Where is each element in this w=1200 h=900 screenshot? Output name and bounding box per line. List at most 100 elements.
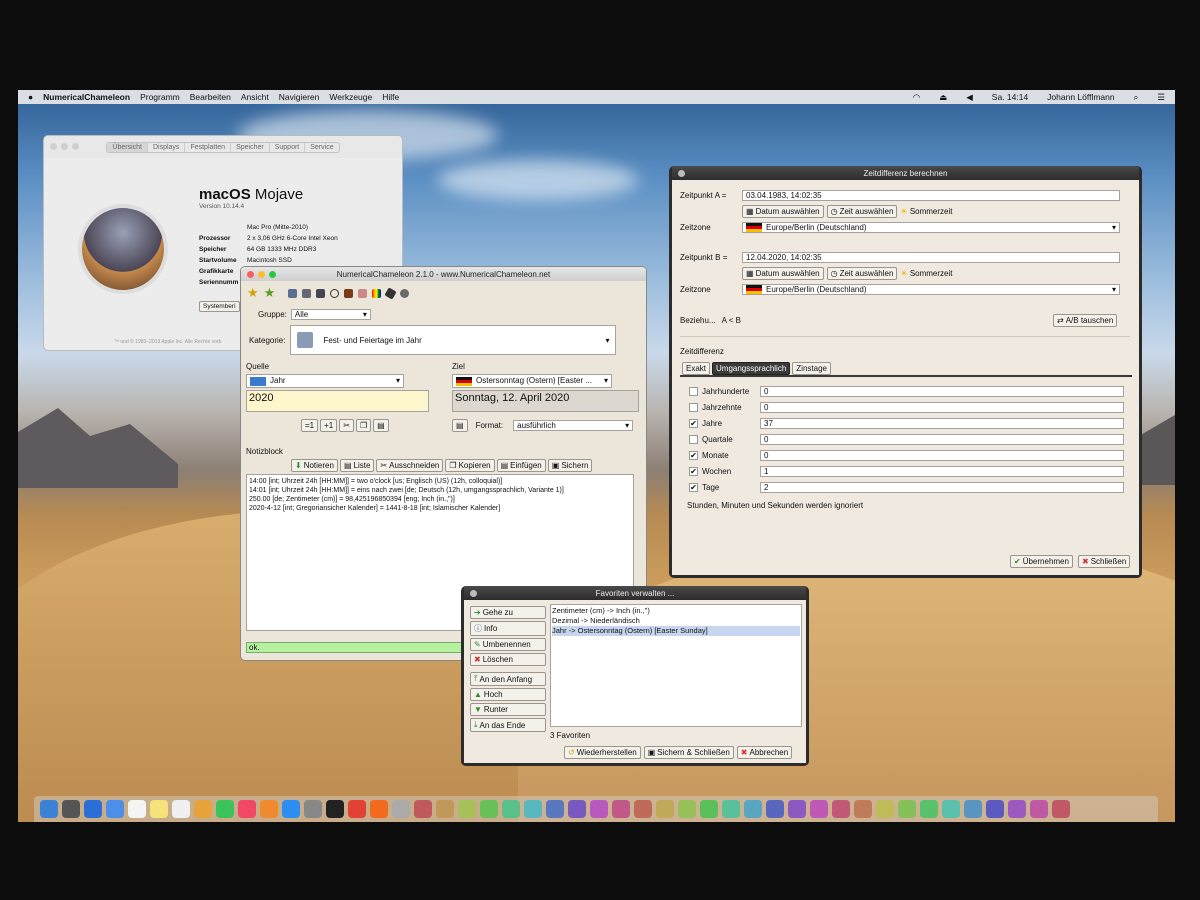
- paste-icon[interactable]: ▤: [373, 419, 389, 432]
- wiederherstellen-button[interactable]: ↺ Wiederherstellen: [564, 746, 641, 759]
- app-icon[interactable]: [744, 800, 762, 818]
- gruppe-select[interactable]: Alle ▾: [290, 309, 371, 320]
- app-icon[interactable]: [524, 800, 542, 818]
- format-select[interactable]: ausführlich ▾: [513, 420, 634, 431]
- sichern-button[interactable]: ▣ Sichern: [547, 459, 593, 472]
- reminders-icon[interactable]: [172, 800, 190, 818]
- menu-user[interactable]: Johann Löfflmann: [1047, 92, 1114, 102]
- quelle-unit-select[interactable]: Jahr ▾: [246, 374, 404, 388]
- quelle-input[interactable]: 2020: [246, 390, 429, 412]
- datum-auswaehlen-b-button[interactable]: ▦ Datum auswählen: [742, 267, 824, 280]
- search-icon[interactable]: ⌕: [1134, 92, 1139, 103]
- fav-an-den-anfang-button[interactable]: ⤒ An den Anfang: [470, 672, 546, 686]
- brush-icon[interactable]: [384, 286, 397, 300]
- star-icon[interactable]: ★: [247, 285, 259, 301]
- tab-festplatten[interactable]: Festplatten: [184, 142, 230, 152]
- zoom-icon[interactable]: [269, 271, 276, 278]
- favorites-list[interactable]: Zentimeter (cm) -> Inch (in.,") Dezimal -…: [550, 604, 802, 727]
- menu-programm[interactable]: Programm: [140, 92, 180, 102]
- app-icon[interactable]: [788, 800, 806, 818]
- tab-exakt[interactable]: Exakt: [682, 362, 711, 375]
- fav-gehe-zu-button[interactable]: ➔ Gehe zu: [470, 606, 546, 619]
- launchpad-icon[interactable]: [62, 800, 80, 818]
- photos-icon[interactable]: [194, 800, 212, 818]
- zoom-icon[interactable]: [72, 143, 79, 150]
- menu-clock[interactable]: Sa. 14:14: [992, 92, 1028, 102]
- menu-werkzeuge[interactable]: Werkzeuge: [329, 92, 372, 102]
- app-icon[interactable]: [612, 800, 630, 818]
- abbrechen-button[interactable]: ✖ Abbrechen: [736, 746, 793, 759]
- volume-icon[interactable]: ◀: [966, 92, 973, 103]
- cut-icon[interactable]: ✂: [339, 419, 354, 432]
- unit-checkbox[interactable]: [689, 402, 698, 412]
- fav-runter-button[interactable]: ▼ Runter: [470, 703, 546, 716]
- tab-umgangssprachlich[interactable]: Umgangssprachlich: [712, 362, 791, 375]
- menu-ansicht[interactable]: Ansicht: [241, 92, 269, 102]
- tab-service[interactable]: Service: [304, 142, 338, 152]
- terminal-icon[interactable]: [326, 800, 344, 818]
- uebernehmen-button[interactable]: ✔ Übernehmen: [1010, 555, 1073, 568]
- notieren-button[interactable]: ⬇ Notieren: [291, 459, 338, 472]
- app-icon[interactable]: [656, 800, 674, 818]
- app-icon[interactable]: [810, 800, 828, 818]
- app-icon[interactable]: [458, 800, 476, 818]
- unit-checkbox[interactable]: ✔: [689, 466, 698, 476]
- app-icon[interactable]: [942, 800, 960, 818]
- app-icon[interactable]: [568, 800, 586, 818]
- star-add-icon[interactable]: ★: [264, 285, 276, 301]
- minimize-icon[interactable]: [258, 271, 265, 278]
- app-icon[interactable]: [480, 800, 498, 818]
- app-icon[interactable]: [722, 800, 740, 818]
- app-icon[interactable]: [832, 800, 850, 818]
- wifi-icon[interactable]: ◠: [913, 92, 920, 103]
- calendar-icon[interactable]: [316, 288, 326, 298]
- zeitpunkt-b-input[interactable]: 12.04.2020, 14:02:35: [742, 252, 1120, 263]
- set-one-button[interactable]: =1: [301, 419, 319, 432]
- tab-zinstage[interactable]: Zinstage: [792, 362, 831, 375]
- sichern-schliessen-button[interactable]: ▣ Sichern & Schließen: [643, 746, 734, 759]
- zeit-auswaehlen-a-button[interactable]: ◷ Zeit auswählen: [826, 205, 898, 218]
- menu-app-name[interactable]: NumericalChameleon: [43, 92, 130, 102]
- app-icon[interactable]: [502, 800, 520, 818]
- zeitzone-b-select[interactable]: Europe/Berlin (Deutschland) ▾: [742, 284, 1120, 295]
- app-icon[interactable]: [920, 800, 938, 818]
- close-icon[interactable]: [470, 590, 477, 597]
- tab-uebersicht[interactable]: Übersicht: [107, 142, 147, 152]
- increment-button[interactable]: +1: [320, 419, 338, 432]
- apple-icon[interactable]: ●: [28, 92, 33, 102]
- einfuegen-button[interactable]: ▤ Einfügen: [496, 459, 546, 472]
- menu-bearbeiten[interactable]: Bearbeiten: [190, 92, 231, 102]
- gear-icon[interactable]: [400, 288, 410, 298]
- app-icon[interactable]: [986, 800, 1004, 818]
- app-icon[interactable]: [1008, 800, 1026, 818]
- app-icon[interactable]: [414, 800, 432, 818]
- menu-navigieren[interactable]: Navigieren: [279, 92, 320, 102]
- unit-checkbox[interactable]: ✔: [689, 482, 698, 492]
- fav-info-button[interactable]: ⓘ Info: [470, 621, 546, 636]
- tab-support[interactable]: Support: [268, 142, 305, 152]
- app-icon[interactable]: [876, 800, 894, 818]
- app-icon[interactable]: [854, 800, 872, 818]
- close-icon[interactable]: [50, 143, 57, 150]
- menu-list-icon[interactable]: ☰: [1157, 92, 1165, 103]
- calculator-icon[interactable]: [358, 288, 368, 298]
- ziel-unit-select[interactable]: Ostersonntag (Ostern) [Easter ... ▾: [452, 374, 612, 388]
- app-icon[interactable]: [964, 800, 982, 818]
- favorite-item[interactable]: Zentimeter (cm) -> Inch (in.,"): [552, 606, 800, 616]
- ab-tauschen-button[interactable]: ⇄ A/B tauschen: [1053, 314, 1118, 327]
- close-icon[interactable]: [678, 170, 685, 177]
- notes-icon[interactable]: [150, 800, 168, 818]
- app-store-icon[interactable]: [282, 800, 300, 818]
- kopieren-button[interactable]: ❐ Kopieren: [445, 459, 495, 472]
- minimize-icon[interactable]: [61, 143, 68, 150]
- zeitzone-a-select[interactable]: Europe/Berlin (Deutschland) ▾: [742, 222, 1120, 233]
- liste-button[interactable]: ▤ Liste: [339, 459, 375, 472]
- app-icon[interactable]: [634, 800, 652, 818]
- tab-speicher[interactable]: Speicher: [230, 142, 269, 152]
- tab-displays[interactable]: Displays: [146, 142, 184, 152]
- fav-an-das-ende-button[interactable]: ⤓ An das Ende: [470, 718, 546, 732]
- music-icon[interactable]: [238, 800, 256, 818]
- zeit-auswaehlen-b-button[interactable]: ◷ Zeit auswählen: [826, 267, 898, 280]
- fav-löschen-button[interactable]: ✖ Löschen: [470, 653, 546, 666]
- finder-icon[interactable]: [40, 800, 58, 818]
